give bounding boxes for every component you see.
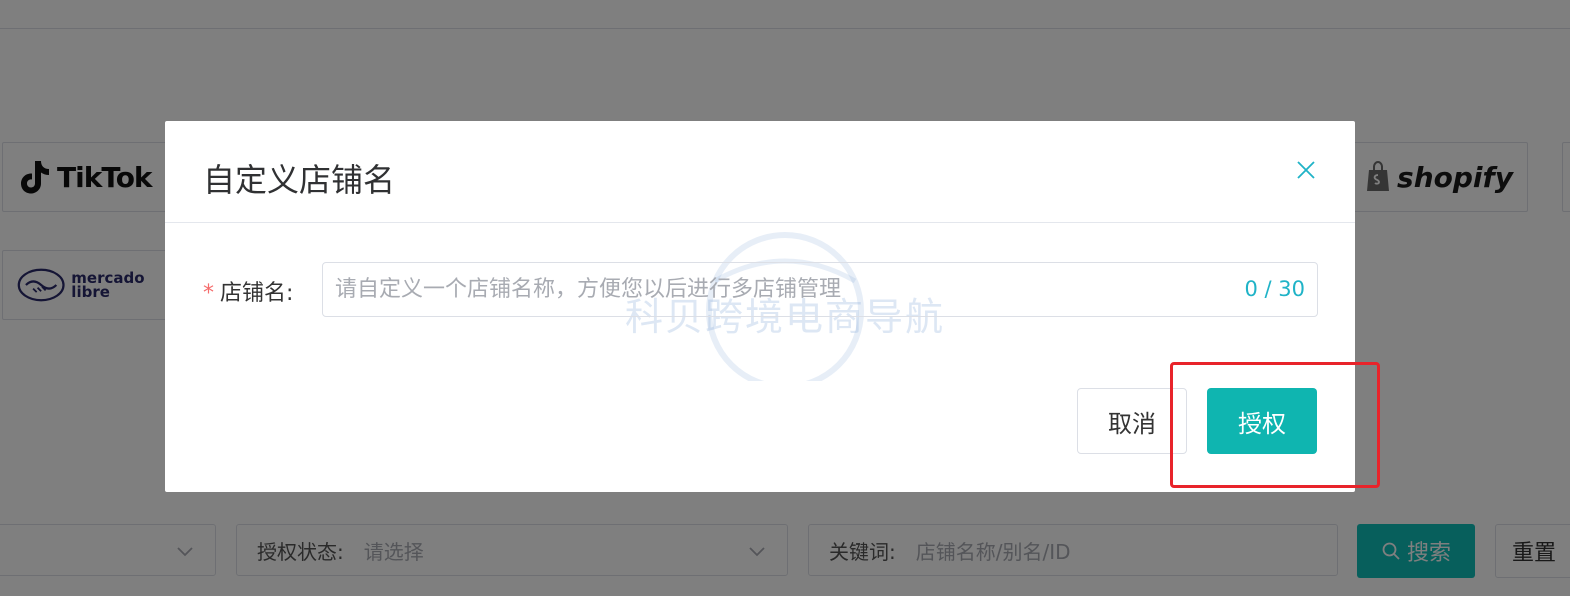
highlight-annotation-box [1170, 362, 1380, 488]
store-name-input[interactable] [335, 263, 1215, 316]
close-icon[interactable] [1293, 157, 1319, 183]
store-name-label: * 店铺名: [203, 275, 293, 307]
dialog-divider [165, 222, 1355, 223]
store-name-label-text: 店铺名: [220, 281, 294, 306]
char-counter: 0 / 30 [1244, 277, 1305, 301]
required-mark: * [203, 281, 214, 306]
store-name-field[interactable]: 0 / 30 [322, 262, 1318, 317]
dialog-title: 自定义店铺名 [203, 161, 396, 199]
